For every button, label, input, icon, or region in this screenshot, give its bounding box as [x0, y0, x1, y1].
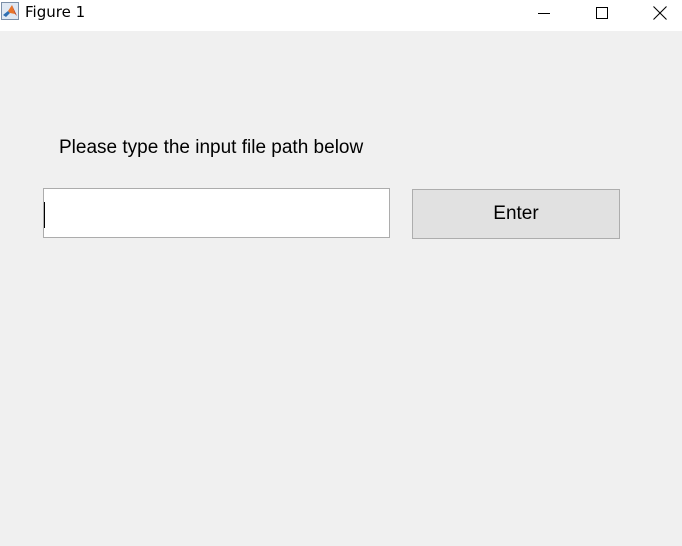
minimize-icon — [538, 12, 550, 14]
maximize-icon — [596, 6, 608, 19]
enter-button[interactable]: Enter — [412, 189, 620, 239]
file-path-input[interactable] — [43, 188, 390, 238]
text-caret — [44, 202, 45, 228]
figure-content: Please type the input file path below En… — [0, 31, 682, 546]
input-prompt-label: Please type the input file path below — [59, 137, 364, 158]
maximize-button[interactable] — [579, 0, 625, 25]
minimize-button[interactable] — [521, 0, 567, 25]
matlab-icon[interactable] — [1, 2, 19, 20]
title-bar[interactable]: Figure 1 — [0, 0, 682, 31]
close-icon — [653, 5, 667, 20]
close-button[interactable] — [637, 0, 682, 25]
window-title: Figure 1 — [25, 3, 86, 21]
figure-window: Figure 1 Please type the input file path… — [0, 0, 682, 546]
